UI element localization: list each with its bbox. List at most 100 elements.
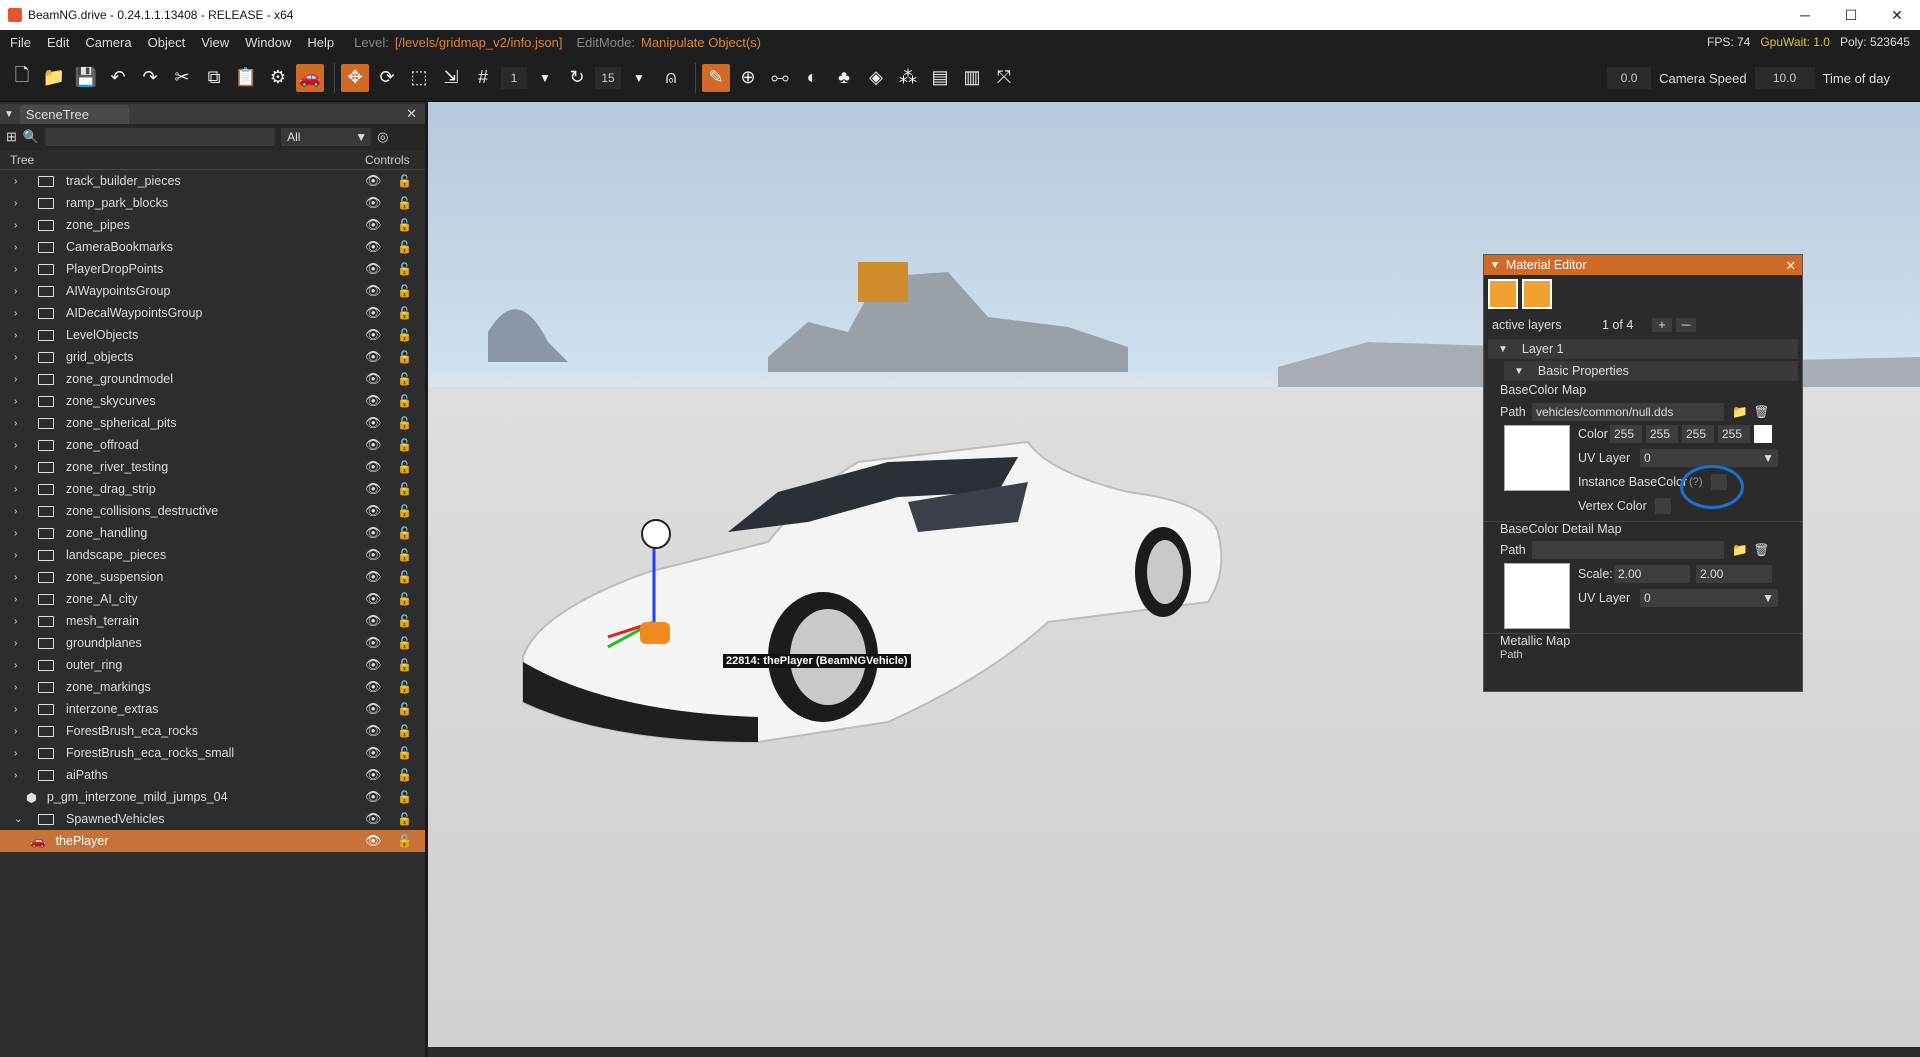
- eye-icon[interactable]: 👁: [365, 437, 382, 453]
- tree-row[interactable]: › outer_ring 👁 🔓: [0, 654, 425, 676]
- eye-icon[interactable]: 👁: [365, 657, 382, 673]
- lock-icon[interactable]: 🔓: [397, 174, 412, 188]
- lock-icon[interactable]: 🔓: [397, 372, 412, 386]
- tree-row[interactable]: › AIDecalWaypointsGroup 👁 🔓: [0, 302, 425, 324]
- lock-icon[interactable]: 🔓: [397, 658, 412, 672]
- collapse-icon[interactable]: ▼: [1490, 260, 1500, 271]
- lock-icon[interactable]: 🔓: [397, 438, 412, 452]
- detail-path-input[interactable]: [1532, 541, 1724, 559]
- color-g-input[interactable]: 255: [1646, 425, 1678, 443]
- chevron-down-icon[interactable]: ▼: [531, 64, 559, 92]
- eye-icon[interactable]: 👁: [365, 371, 382, 387]
- lock-icon[interactable]: 🔓: [397, 328, 412, 342]
- tree-row[interactable]: › ForestBrush_eca_rocks_small 👁 🔓: [0, 742, 425, 764]
- eye-icon[interactable]: 👁: [365, 261, 382, 277]
- pencil-icon[interactable]: ✎: [702, 63, 730, 92]
- forest-icon[interactable]: ♣: [830, 64, 858, 92]
- eye-icon[interactable]: 👁: [365, 327, 382, 343]
- vertex-color-checkbox[interactable]: [1654, 498, 1671, 514]
- vehicle-icon[interactable]: 🚗: [296, 63, 324, 92]
- chevron-right-icon[interactable]: ›: [14, 286, 26, 297]
- scale-x-input[interactable]: 2.00: [1614, 565, 1690, 583]
- color-swatch[interactable]: [1754, 425, 1772, 443]
- lock-icon[interactable]: 🔓: [397, 790, 412, 804]
- tree-row[interactable]: › LevelObjects 👁 🔓: [0, 324, 425, 346]
- terrain-paint-icon[interactable]: ◐: [798, 64, 826, 92]
- eye-icon[interactable]: 👁: [365, 569, 382, 585]
- eye-icon[interactable]: 👁: [365, 481, 382, 497]
- eye-icon[interactable]: 👁: [365, 525, 382, 541]
- color-r-input[interactable]: 255: [1610, 425, 1642, 443]
- chevron-right-icon[interactable]: ›: [14, 220, 26, 231]
- lock-icon[interactable]: 🔓: [397, 614, 412, 628]
- tree-row[interactable]: › zone_groundmodel 👁 🔓: [0, 368, 425, 390]
- chevron-right-icon[interactable]: ›: [14, 330, 26, 341]
- maximize-button[interactable]: ☐: [1828, 0, 1874, 30]
- eye-icon[interactable]: 👁: [365, 679, 382, 695]
- chevron-right-icon[interactable]: ›: [14, 374, 26, 385]
- eye-icon[interactable]: 👁: [365, 217, 382, 233]
- scale-y-input[interactable]: 2.00: [1696, 565, 1772, 583]
- add-group-icon[interactable]: ⊞: [6, 129, 17, 145]
- open-folder-icon[interactable]: 📁: [40, 64, 68, 92]
- tree-row[interactable]: › CameraBookmarks 👁 🔓: [0, 236, 425, 258]
- lock-icon[interactable]: 🔓: [397, 592, 412, 606]
- eye-icon[interactable]: 👁: [365, 503, 382, 519]
- chevron-right-icon[interactable]: ›: [14, 770, 26, 781]
- copy-icon[interactable]: ⧉: [200, 64, 228, 92]
- chevron-right-icon[interactable]: ›: [14, 462, 26, 473]
- terrain-snap-icon[interactable]: ⍝: [657, 64, 685, 92]
- tree-row[interactable]: › zone_suspension 👁 🔓: [0, 566, 425, 588]
- color-a-input[interactable]: 255: [1718, 425, 1750, 443]
- tree-row[interactable]: › AIWaypointsGroup 👁 🔓: [0, 280, 425, 302]
- tree-row[interactable]: › zone_handling 👁 🔓: [0, 522, 425, 544]
- browse-folder-icon[interactable]: 📁: [1732, 405, 1748, 420]
- mesh-icon[interactable]: ⁂: [894, 64, 922, 92]
- eye-icon[interactable]: 👁: [365, 415, 382, 431]
- chevron-right-icon[interactable]: ›: [14, 682, 26, 693]
- chevron-right-icon[interactable]: ›: [14, 616, 26, 627]
- menu-camera[interactable]: Camera: [75, 35, 137, 50]
- road-icon[interactable]: ⧟: [766, 64, 794, 92]
- lock-icon[interactable]: 🔓: [397, 394, 412, 408]
- lock-icon[interactable]: 🔓: [397, 306, 412, 320]
- chevron-right-icon[interactable]: ›: [14, 308, 26, 319]
- lock-icon[interactable]: 🔓: [397, 746, 412, 760]
- tree-row[interactable]: › ramp_park_blocks 👁 🔓: [0, 192, 425, 214]
- lock-icon[interactable]: 🔓: [397, 834, 412, 848]
- tree-row[interactable]: 🚗 thePlayer 👁 🔓: [0, 830, 425, 852]
- rotation-snap-icon[interactable]: ↻: [563, 64, 591, 92]
- chevron-right-icon[interactable]: ›: [14, 572, 26, 583]
- tree-row[interactable]: › zone_pipes 👁 🔓: [0, 214, 425, 236]
- scale-gizmo-icon[interactable]: ⬚: [405, 64, 433, 92]
- lock-icon[interactable]: 🔓: [397, 702, 412, 716]
- basecolor-preview[interactable]: [1504, 425, 1570, 491]
- eye-icon[interactable]: 👁: [365, 811, 382, 827]
- lock-icon[interactable]: 🔓: [397, 416, 412, 430]
- chevron-right-icon[interactable]: ›: [14, 176, 26, 187]
- eye-icon[interactable]: 👁: [365, 173, 382, 189]
- lock-icon[interactable]: 🔓: [397, 570, 412, 584]
- lock-icon[interactable]: 🔓: [397, 262, 412, 276]
- rotate-gizmo-icon[interactable]: ⟳: [373, 64, 401, 92]
- lock-icon[interactable]: 🔓: [397, 548, 412, 562]
- eye-icon[interactable]: 👁: [365, 393, 382, 409]
- chevron-right-icon[interactable]: ›: [14, 198, 26, 209]
- chevron-right-icon[interactable]: ›: [14, 484, 26, 495]
- eye-icon[interactable]: 👁: [365, 459, 382, 475]
- road-lanes-icon[interactable]: ▥: [958, 64, 986, 92]
- tree-row[interactable]: › groundplanes 👁 🔓: [0, 632, 425, 654]
- menu-window[interactable]: Window: [235, 35, 297, 50]
- eye-hidden-icon[interactable]: 👁: [365, 349, 382, 365]
- basic-properties-header[interactable]: ▼ Basic Properties: [1504, 361, 1798, 381]
- tree-row[interactable]: › zone_AI_city 👁 🔓: [0, 588, 425, 610]
- delete-icon[interactable]: 🗑: [1754, 405, 1770, 420]
- chevron-right-icon[interactable]: ›: [14, 528, 26, 539]
- tree-row[interactable]: › zone_markings 👁 🔓: [0, 676, 425, 698]
- tree-row[interactable]: › zone_spherical_pits 👁 🔓: [0, 412, 425, 434]
- tree-row[interactable]: › zone_collisions_destructive 👁 🔓: [0, 500, 425, 522]
- eye-icon[interactable]: 👁: [365, 195, 382, 211]
- menu-file[interactable]: File: [0, 35, 37, 50]
- eye-icon[interactable]: 👁: [365, 745, 382, 761]
- tree-row[interactable]: › zone_river_testing 👁 🔓: [0, 456, 425, 478]
